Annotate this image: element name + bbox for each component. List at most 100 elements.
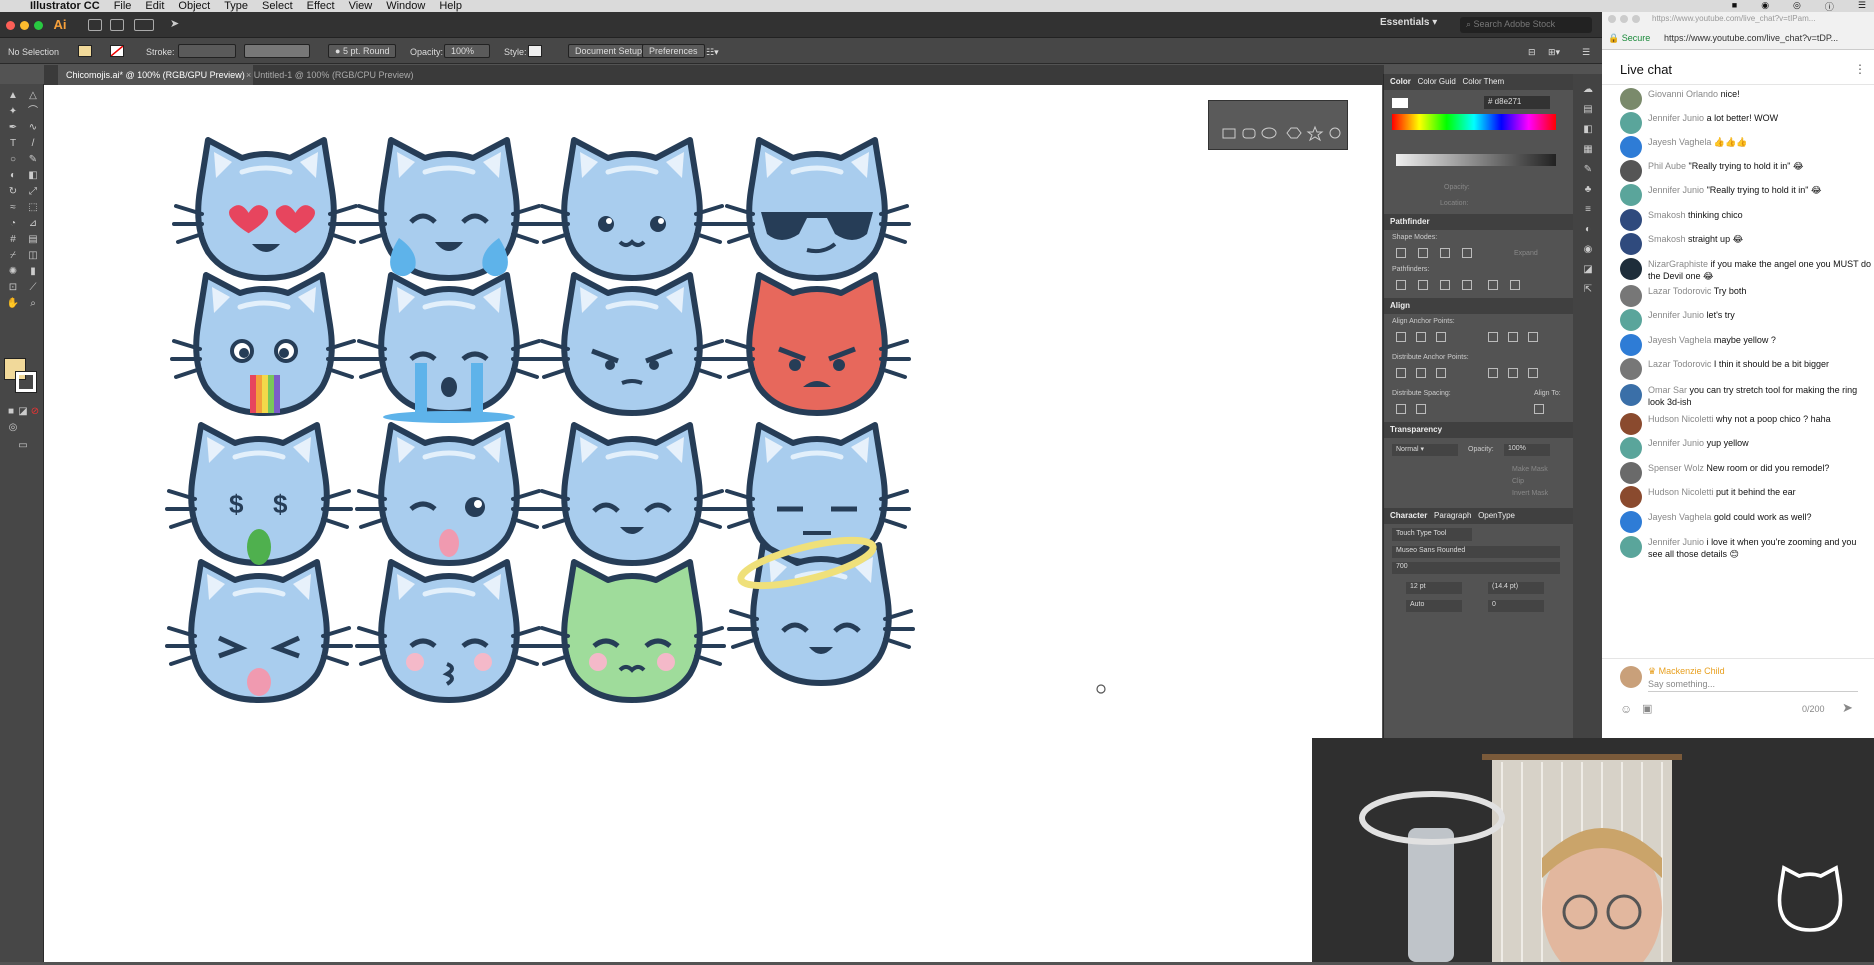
rectangle-shape-icon[interactable]: [1222, 128, 1236, 139]
bridge-icon[interactable]: [88, 19, 102, 31]
perspective-grid-tool-icon[interactable]: ⊿: [26, 218, 40, 230]
tab-paragraph[interactable]: Paragraph: [1434, 511, 1471, 520]
font-family-select[interactable]: Museo Sans Rounded: [1392, 546, 1560, 558]
cat-rainbow-vomit[interactable]: [172, 275, 356, 413]
menu-object[interactable]: Object: [178, 0, 210, 12]
ellipse-shape-icon[interactable]: [1261, 127, 1277, 139]
chat-author[interactable]: Hudson Nicoletti: [1648, 414, 1714, 424]
crop-button[interactable]: [1462, 280, 1472, 290]
curvature-tool-icon[interactable]: ∿: [26, 122, 40, 134]
blend-mode-select[interactable]: Normal ▾: [1392, 444, 1458, 456]
workspace-switcher[interactable]: Essentials ▾: [1380, 17, 1437, 28]
graphic-styles-icon[interactable]: ◪: [1581, 264, 1595, 276]
distribute-right-button[interactable]: [1528, 368, 1538, 378]
preferences-button[interactable]: Preferences: [642, 44, 705, 58]
minus-front-button[interactable]: [1418, 248, 1428, 258]
intersect-button[interactable]: [1440, 248, 1450, 258]
secure-badge[interactable]: 🔒 Secure: [1608, 33, 1650, 44]
draw-mode-icon[interactable]: ◎: [6, 422, 20, 434]
avatar[interactable]: [1620, 309, 1642, 331]
tab-color[interactable]: Color: [1390, 77, 1411, 86]
magic-wand-tool-icon[interactable]: ✦: [6, 106, 20, 118]
cat-money-mouth[interactable]: $ $: [167, 425, 351, 565]
chat-author[interactable]: Lazar Todorovic: [1648, 359, 1711, 369]
chat-author[interactable]: Giovanni Orlando: [1648, 89, 1718, 99]
chat-author[interactable]: Phil Aube: [1648, 161, 1686, 171]
chat-author[interactable]: NizarGraphiste: [1648, 259, 1708, 269]
unite-button[interactable]: [1396, 248, 1406, 258]
hand-tool-icon[interactable]: ✋: [6, 298, 20, 310]
slice-tool-icon[interactable]: ⟋: [26, 282, 40, 294]
cat-nauseated-green[interactable]: [540, 562, 724, 700]
outline-button[interactable]: [1488, 280, 1498, 290]
libraries-icon[interactable]: ☁: [1581, 84, 1595, 96]
ellipse-tool-icon[interactable]: ○: [6, 154, 20, 166]
chat-author[interactable]: Jennifer Junio: [1648, 113, 1704, 123]
tab-untitled-1[interactable]: × Untitled-1 @ 100% (RGB/CPU Preview): [238, 65, 421, 85]
cat-neutral[interactable]: [540, 140, 724, 278]
horizontal-spacing-button[interactable]: [1416, 404, 1426, 414]
tracking-field[interactable]: 0: [1488, 600, 1544, 612]
properties-icon[interactable]: ▤: [1581, 104, 1595, 116]
clip-checkbox[interactable]: Clip: [1512, 478, 1524, 485]
mesh-tool-icon[interactable]: #: [6, 234, 20, 246]
stroke-icon[interactable]: ≡: [1581, 204, 1595, 216]
polygon-shape-icon[interactable]: [1286, 127, 1302, 139]
chat-author[interactable]: Jennifer Junio: [1648, 185, 1704, 195]
lasso-tool-icon[interactable]: ⌒: [26, 106, 40, 118]
touch-type-tool-button[interactable]: Touch Type Tool: [1392, 528, 1472, 541]
chat-author[interactable]: Jayesh Vaghela: [1648, 137, 1711, 147]
brush-definition[interactable]: ● 5 pt. Round: [328, 44, 397, 58]
symbol-sprayer-tool-icon[interactable]: ✺: [6, 266, 20, 278]
menu-view[interactable]: View: [349, 0, 373, 12]
align-icon[interactable]: ⊟: [1528, 47, 1536, 58]
chat-author[interactable]: Jayesh Vaghela: [1648, 335, 1711, 345]
cat-wink-tongue[interactable]: [357, 425, 541, 563]
menu-select[interactable]: Select: [262, 0, 293, 12]
type-tool-icon[interactable]: T: [6, 138, 20, 150]
rounded-rectangle-shape-icon[interactable]: [1242, 128, 1256, 139]
address-bar[interactable]: https://www.youtube.com/live_chat?v=tDP.…: [1664, 33, 1838, 43]
avatar[interactable]: [1620, 536, 1642, 558]
chat-author[interactable]: Jayesh Vaghela: [1648, 512, 1711, 522]
chat-author[interactable]: Spenser Wolz: [1648, 463, 1704, 473]
cat-squint-tongue[interactable]: [167, 562, 351, 700]
stroke-weight-field[interactable]: [178, 44, 236, 58]
exclude-button[interactable]: [1462, 248, 1472, 258]
make-mask-button[interactable]: Make Mask: [1512, 466, 1548, 473]
tab-color-guide[interactable]: Color Guid: [1418, 77, 1456, 86]
swatches-icon[interactable]: ▦: [1581, 144, 1595, 156]
menu-edit[interactable]: Edit: [145, 0, 164, 12]
transparency-title[interactable]: Transparency: [1390, 425, 1442, 434]
scale-tool-icon[interactable]: ⤢: [26, 186, 40, 198]
distribute-left-button[interactable]: [1488, 368, 1498, 378]
leading-field[interactable]: (14.4 pt): [1488, 582, 1544, 594]
avatar[interactable]: [1620, 511, 1642, 533]
chat-author[interactable]: Smakosh: [1648, 234, 1686, 244]
vertical-spacing-button[interactable]: [1396, 404, 1406, 414]
distribute-hcenter-button[interactable]: [1508, 368, 1518, 378]
menu-window[interactable]: Window: [386, 0, 425, 12]
expand-button[interactable]: Expand: [1514, 250, 1538, 257]
transparency-opacity-field[interactable]: 100%: [1504, 444, 1550, 456]
cat-heart-eyes[interactable]: [174, 140, 358, 278]
currency-icon[interactable]: ▣: [1642, 702, 1652, 715]
cat-angry-red[interactable]: [725, 275, 909, 413]
default-colors-icon[interactable]: [1392, 98, 1408, 108]
distribute-top-button[interactable]: [1396, 368, 1406, 378]
symbols-icon[interactable]: ♣: [1581, 184, 1595, 196]
avatar[interactable]: [1620, 413, 1642, 435]
shape-builder-tool-icon[interactable]: ◔: [6, 218, 20, 230]
font-style-select[interactable]: 700: [1392, 562, 1560, 574]
chat-author[interactable]: Smakosh: [1648, 210, 1686, 220]
avatar[interactable]: [1620, 486, 1642, 508]
align-left-button[interactable]: [1396, 332, 1406, 342]
invert-mask-checkbox[interactable]: Invert Mask: [1512, 490, 1548, 497]
avatar[interactable]: [1620, 184, 1642, 206]
flare-shape-icon[interactable]: [1329, 127, 1341, 139]
artboard-canvas[interactable]: $ $: [44, 85, 1382, 962]
app-name[interactable]: Illustrator CC: [30, 0, 100, 12]
distribute-bottom-button[interactable]: [1436, 368, 1446, 378]
layers-icon[interactable]: ◧: [1581, 124, 1595, 136]
avatar[interactable]: [1620, 462, 1642, 484]
